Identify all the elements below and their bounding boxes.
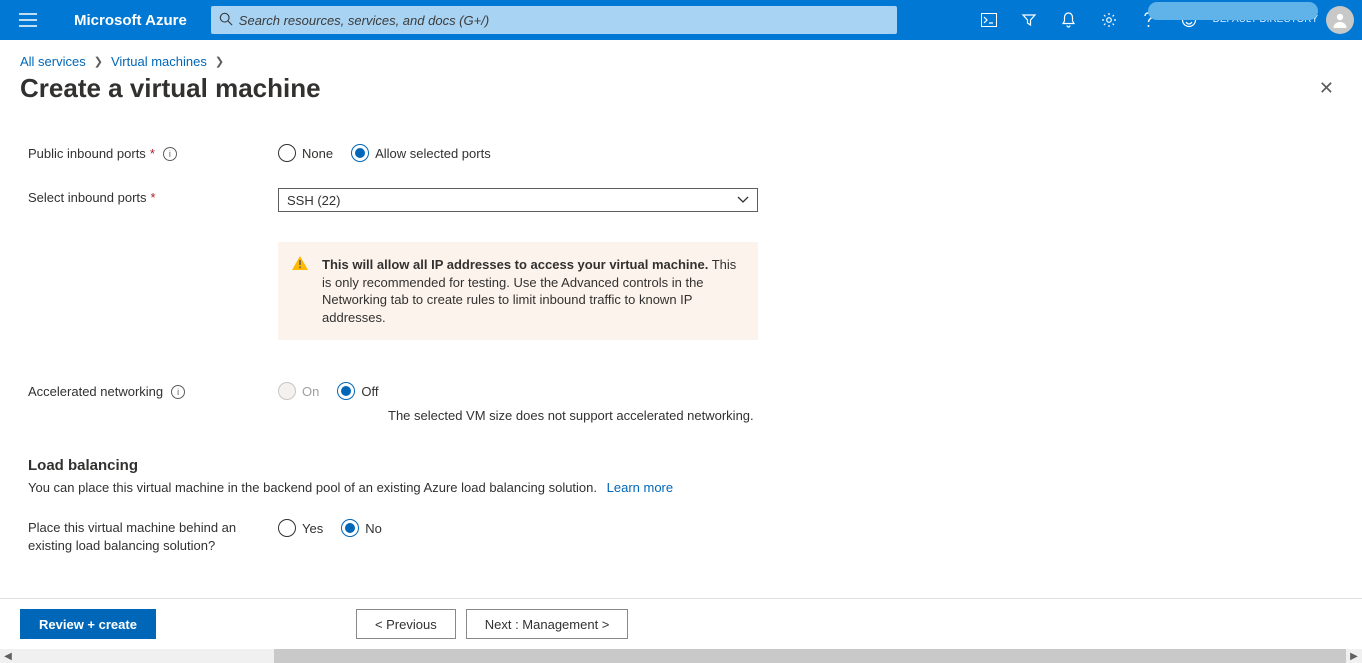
radio-lb-yes[interactable]: Yes	[278, 519, 323, 537]
label-public-inbound-ports: Public inbound ports	[28, 146, 146, 161]
radio-label-on: On	[302, 384, 319, 399]
form-content: Public inbound ports * i None Allow sele…	[20, 104, 1342, 578]
dropdown-inbound-ports[interactable]: SSH (22)	[278, 188, 758, 212]
warning-icon	[292, 256, 308, 275]
radio-circle	[337, 382, 355, 400]
required-marker: *	[151, 190, 156, 205]
breadcrumb-virtual-machines[interactable]: Virtual machines	[111, 54, 207, 69]
page: All services ❯ Virtual machines ❯ Create…	[0, 40, 1362, 598]
review-create-button[interactable]: Review + create	[20, 609, 156, 639]
filter-icon[interactable]	[1009, 0, 1049, 40]
radio-inbound-allow[interactable]: Allow selected ports	[351, 144, 491, 162]
footer: Review + create < Previous Next : Manage…	[0, 599, 1362, 649]
radio-circle	[351, 144, 369, 162]
account-area[interactable]: DEFAULT DIRECTORY	[1213, 6, 1354, 34]
learn-more-link[interactable]: Learn more	[607, 480, 673, 495]
radio-lb-no[interactable]: No	[341, 519, 382, 537]
radio-label-allow: Allow selected ports	[375, 146, 491, 161]
notifications-icon[interactable]	[1049, 0, 1089, 40]
radio-label-none: None	[302, 146, 333, 161]
radio-circle	[341, 519, 359, 537]
radio-label-no: No	[365, 521, 382, 536]
row-public-inbound-ports: Public inbound ports * i None Allow sele…	[28, 138, 1334, 168]
row-place-behind-lb: Place this virtual machine behind an exi…	[28, 513, 1334, 560]
chevron-right-icon: ❯	[94, 55, 103, 68]
horizontal-scrollbar[interactable]: ◀ ▶	[0, 649, 1362, 663]
hamburger-icon[interactable]	[8, 0, 48, 40]
radio-inbound-none[interactable]: None	[278, 144, 333, 162]
dropdown-value: SSH (22)	[287, 193, 340, 208]
search-icon	[219, 12, 233, 29]
row-select-inbound-ports: Select inbound ports * SSH (22) This wil…	[28, 182, 1334, 346]
scroll-right-icon[interactable]: ▶	[1346, 651, 1362, 662]
info-icon[interactable]: i	[171, 385, 185, 399]
scroll-thumb[interactable]	[274, 649, 1346, 663]
radio-accel-off[interactable]: Off	[337, 382, 378, 400]
radio-circle	[278, 519, 296, 537]
scroll-track[interactable]	[16, 649, 1346, 663]
warning-bold: This will allow all IP addresses to acce…	[322, 257, 708, 272]
search-placeholder: Search resources, services, and docs (G+…	[239, 13, 489, 28]
cloud-shell-icon[interactable]	[969, 0, 1009, 40]
section-desc-load-balancing: You can place this virtual machine in th…	[28, 480, 1334, 495]
close-icon[interactable]: ✕	[1311, 74, 1342, 103]
label-place-behind-lb: Place this virtual machine behind an exi…	[28, 519, 278, 554]
settings-icon[interactable]	[1089, 0, 1129, 40]
chevron-down-icon	[737, 196, 749, 204]
label-accelerated-networking: Accelerated networking	[28, 384, 163, 399]
breadcrumb: All services ❯ Virtual machines ❯	[20, 54, 1342, 69]
lb-desc-text: You can place this virtual machine in th…	[28, 480, 597, 495]
radio-label-yes: Yes	[302, 521, 323, 536]
breadcrumb-all-services[interactable]: All services	[20, 54, 86, 69]
search-box[interactable]: Search resources, services, and docs (G+…	[211, 6, 897, 34]
scroll-left-icon[interactable]: ◀	[0, 651, 16, 662]
redacted-overlay	[1148, 2, 1318, 20]
top-bar: Microsoft Azure Search resources, servic…	[0, 0, 1362, 40]
top-icons: DEFAULT DIRECTORY	[969, 0, 1354, 40]
label-select-inbound-ports: Select inbound ports	[28, 190, 147, 205]
warning-box: This will allow all IP addresses to acce…	[278, 242, 758, 340]
section-title-load-balancing: Load balancing	[28, 457, 1334, 474]
previous-button[interactable]: < Previous	[356, 609, 456, 639]
brand[interactable]: Microsoft Azure	[74, 12, 187, 29]
required-marker: *	[150, 146, 155, 161]
next-button[interactable]: Next : Management >	[466, 609, 629, 639]
radio-circle	[278, 382, 296, 400]
row-accelerated-networking: Accelerated networking i On Off The sele…	[28, 376, 1334, 429]
radio-accel-on: On	[278, 382, 319, 400]
info-icon[interactable]: i	[163, 147, 177, 161]
avatar[interactable]	[1326, 6, 1354, 34]
radio-label-off: Off	[361, 384, 378, 399]
radio-circle	[278, 144, 296, 162]
chevron-right-icon: ❯	[215, 55, 224, 68]
accel-help-text: The selected VM size does not support ac…	[388, 408, 758, 423]
page-title: Create a virtual machine	[20, 73, 321, 104]
